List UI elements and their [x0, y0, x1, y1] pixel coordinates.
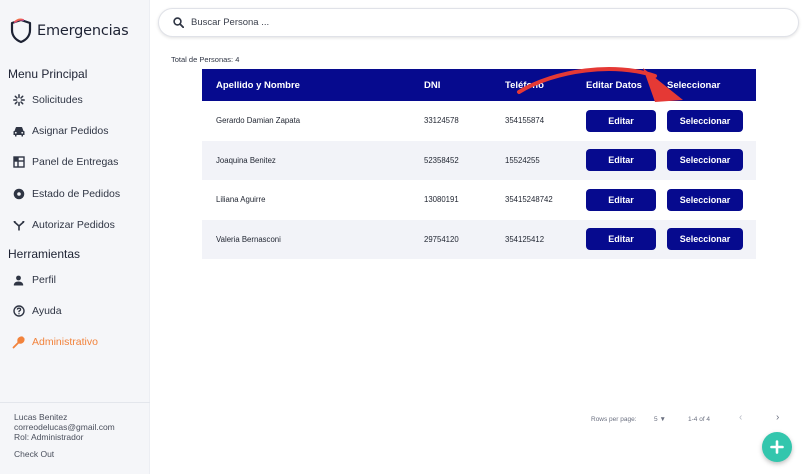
edit-button[interactable]: Editar [586, 109, 656, 132]
sidebar: Emergencias Menu Principal Solicitudes A… [0, 0, 150, 474]
brand-name: Emergencias [37, 23, 129, 39]
sidebar-item-label: Autorizar Pedidos [32, 219, 115, 231]
edit-button[interactable]: Editar [586, 149, 656, 172]
sidebar-item-label: Estado de Pedidos [32, 188, 121, 200]
cell-phone: 354125412 [505, 234, 545, 244]
table-row: Liliana Aguirre 13080191 35415248742 Edi… [202, 180, 756, 220]
column-header-select: Seleccionar [667, 79, 721, 91]
sidebar-item-label: Perfil [32, 274, 56, 286]
user-role: Rol: Administrador [14, 432, 84, 442]
sidebar-item-solicitudes[interactable]: Solicitudes [12, 91, 83, 109]
sidebar-item-autorizar-pedidos[interactable]: Autorizar Pedidos [12, 216, 115, 234]
sidebar-item-label: Solicitudes [32, 94, 83, 106]
next-page-icon[interactable]: › [776, 412, 779, 423]
cell-name: Liliana Aguirre [216, 195, 266, 205]
sidebar-item-administrativo[interactable]: Administrativo [12, 333, 98, 351]
cell-dni: 13080191 [424, 195, 459, 205]
column-header-dni[interactable]: DNI [424, 80, 440, 91]
cell-name: Joaquina Benitez [216, 155, 276, 165]
search-input[interactable] [191, 17, 751, 28]
table-row: Valeria Bernasconi 29754120 354125412 Ed… [202, 219, 756, 259]
persons-table: Apellido y Nombre DNI Teléfono Editar Da… [202, 69, 756, 259]
cell-phone: 15524255 [505, 155, 540, 165]
brand[interactable]: Emergencias [8, 15, 133, 47]
cell-dni: 33124578 [424, 116, 459, 126]
sidebar-item-estado-de-pedidos[interactable]: Estado de Pedidos [12, 185, 120, 203]
user-info: Lucas Benitez correodelucas@gmail.com Ro… [0, 402, 150, 459]
rows-per-page-label: Rows per page: [591, 416, 637, 423]
sidebar-item-perfil[interactable]: Perfil [12, 271, 56, 289]
select-button[interactable]: Seleccionar [667, 149, 743, 172]
search-icon [173, 17, 184, 28]
rows-per-page-value: 5 [654, 416, 658, 423]
search-bar[interactable] [158, 8, 799, 37]
user-name: Lucas Benitez [14, 412, 68, 422]
settings-circle-icon [12, 188, 25, 201]
rows-per-page-select[interactable]: 5 ▼ [654, 416, 666, 423]
sidebar-item-label: Asignar Pedidos [32, 125, 109, 137]
sidebar-item-label: Panel de Entregas [32, 156, 119, 168]
fork-icon [12, 219, 25, 232]
user-email: correodelucas@gmail.com [14, 422, 115, 432]
edit-button[interactable]: Editar [586, 228, 656, 251]
checkout-link[interactable]: Check Out [14, 449, 150, 459]
sidebar-item-ayuda[interactable]: Ayuda [12, 302, 62, 320]
cell-name: Valeria Bernasconi [216, 234, 281, 244]
cell-phone: 35415248742 [505, 195, 553, 205]
sidebar-item-asignar-pedidos[interactable]: Asignar Pedidos [12, 122, 108, 140]
cell-phone: 354155874 [505, 116, 545, 126]
pagination-range: 1-4 of 4 [688, 416, 711, 423]
chevron-down-icon: ▼ [659, 416, 666, 423]
select-button[interactable]: Seleccionar [667, 109, 743, 132]
sidebar-item-label: Ayuda [32, 305, 62, 317]
prev-page-icon[interactable]: ‹ [739, 412, 742, 423]
total-count: Total de Personas: 4 [171, 55, 240, 64]
sidebar-item-panel-de-entregas[interactable]: Panel de Entregas [12, 153, 118, 171]
panel-icon [12, 156, 25, 169]
menu-principal-title: Menu Principal [8, 67, 88, 81]
column-header-phone[interactable]: Teléfono [505, 80, 544, 91]
select-button[interactable]: Seleccionar [667, 188, 743, 211]
cell-dni: 29754120 [424, 234, 459, 244]
column-header-edit: Editar Datos [586, 79, 642, 91]
car-icon [12, 125, 25, 138]
plus-icon [770, 440, 784, 454]
help-icon [12, 305, 25, 318]
table-row: Joaquina Benitez 52358452 15524255 Edita… [202, 140, 756, 180]
column-header-name[interactable]: Apellido y Nombre [216, 80, 300, 91]
table-row: Gerardo Damian Zapata 33124578 354155874… [202, 101, 756, 141]
cell-dni: 52358452 [424, 155, 459, 165]
herramientas-title: Herramientas [8, 247, 81, 261]
wrench-icon [12, 335, 25, 349]
edit-button[interactable]: Editar [586, 188, 656, 211]
sidebar-item-label: Administrativo [32, 336, 98, 348]
table-header: Apellido y Nombre DNI Teléfono Editar Da… [202, 69, 756, 101]
select-button[interactable]: Seleccionar [667, 228, 743, 251]
person-icon [12, 274, 25, 287]
shield-icon [10, 18, 32, 44]
cell-name: Gerardo Damian Zapata [216, 116, 301, 126]
sparkle-icon [12, 94, 25, 107]
add-button[interactable] [762, 432, 792, 462]
